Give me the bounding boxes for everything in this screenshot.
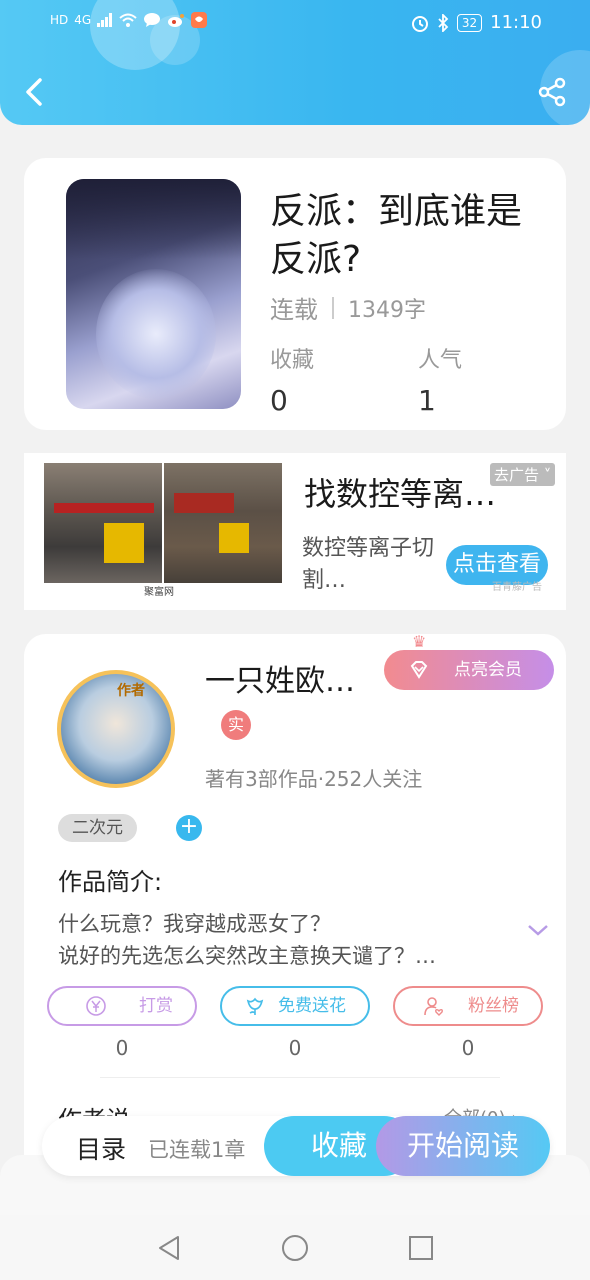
toc-button[interactable]: 目录 bbox=[76, 1130, 126, 1166]
wifi-icon bbox=[119, 13, 137, 27]
popularity-count: 1 bbox=[418, 384, 436, 417]
user-heart-icon bbox=[424, 997, 443, 1016]
share-icon[interactable] bbox=[536, 76, 568, 108]
flower-icon bbox=[246, 997, 264, 1015]
intro-line: 说好的先选怎么突然改主意换天谴了？… bbox=[58, 944, 436, 968]
reward-count: 0 bbox=[115, 1036, 129, 1060]
reward-label: 打赏 bbox=[139, 996, 173, 1016]
app-icon bbox=[191, 12, 208, 28]
intro-heading: 作品简介: bbox=[58, 868, 163, 896]
verified-badge: 实 bbox=[221, 710, 251, 740]
author-name[interactable]: 一只姓欧… bbox=[205, 656, 355, 700]
genre-tag[interactable]: 二次元 bbox=[58, 814, 137, 842]
remove-ad-button[interactable]: 去广告 ˅ bbox=[490, 463, 556, 486]
vip-button[interactable]: 点亮会员 bbox=[384, 650, 554, 690]
yen-icon bbox=[86, 996, 106, 1016]
diamond-icon bbox=[410, 661, 428, 679]
add-tag-button[interactable]: + bbox=[176, 815, 202, 841]
reward-button[interactable]: 打赏 bbox=[47, 986, 197, 1026]
intro-line: 什么玩意？我穿越成恶女了？ bbox=[58, 912, 331, 936]
header: HD 4G 32 11:10 bbox=[0, 0, 590, 125]
status-right: 32 11:10 bbox=[411, 12, 542, 33]
flower-count: 0 bbox=[288, 1036, 302, 1060]
bottom-action-bar: 目录 已连载1章 收藏 开始阅读 bbox=[42, 1116, 550, 1176]
book-status-row: 连载 1349字 bbox=[270, 290, 426, 325]
vip-button-label: 点亮会员 bbox=[454, 660, 522, 680]
weibo-icon bbox=[168, 14, 185, 27]
popularity-label: 人气 bbox=[418, 348, 463, 373]
start-reading-button[interactable]: 开始阅读 bbox=[376, 1116, 550, 1176]
intro-text[interactable]: 什么玩意？我穿越成恶女了？ 说好的先选怎么突然改主意换天谴了？… bbox=[58, 908, 508, 972]
nav-recents-icon[interactable] bbox=[406, 1233, 436, 1263]
fan-ranking-label: 粉丝榜 bbox=[468, 996, 519, 1016]
favorites-label: 收藏 bbox=[270, 348, 315, 373]
ad-image bbox=[44, 463, 162, 583]
divider bbox=[100, 1077, 500, 1078]
chapter-count: 已连载1章 bbox=[148, 1138, 246, 1162]
ad-image bbox=[164, 463, 282, 583]
ad-description: 数控等离子切割… bbox=[302, 536, 435, 593]
hd-indicator: HD bbox=[50, 13, 69, 27]
favorites-count: 0 bbox=[270, 384, 288, 417]
fan-count: 0 bbox=[461, 1036, 475, 1060]
send-flower-button[interactable]: 免费送花 bbox=[220, 986, 370, 1026]
crown-icon: ♛ bbox=[412, 632, 427, 651]
author-avatar[interactable]: 作者 bbox=[45, 670, 195, 788]
nav-back-icon[interactable] bbox=[154, 1233, 184, 1263]
battery-indicator: 32 bbox=[456, 13, 483, 32]
divider bbox=[332, 296, 334, 319]
author-badge: 作者 bbox=[117, 683, 145, 699]
book-cover-image[interactable] bbox=[66, 179, 241, 409]
chevron-down-icon[interactable] bbox=[526, 922, 550, 938]
fan-ranking-button[interactable]: 粉丝榜 bbox=[393, 986, 543, 1026]
word-count: 1349字 bbox=[348, 297, 426, 323]
send-flower-label: 免费送花 bbox=[278, 996, 346, 1016]
ad-source-label: 聚富网 bbox=[144, 587, 174, 598]
clock: 11:10 bbox=[490, 12, 542, 33]
network-indicator: 4G bbox=[74, 13, 92, 27]
nav-home-icon[interactable] bbox=[280, 1233, 310, 1263]
ad-provider-label: 百青藤广告 bbox=[492, 582, 542, 593]
back-arrow-icon[interactable] bbox=[18, 72, 50, 112]
alarm-icon bbox=[411, 15, 428, 32]
serial-status: 连载 bbox=[270, 296, 318, 324]
status-bar: HD 4G 32 11:10 bbox=[0, 0, 590, 46]
book-title: 反派：到底谁是反派? bbox=[270, 191, 523, 280]
status-left: HD 4G bbox=[50, 12, 208, 28]
remove-ad-label: 去广告 bbox=[494, 466, 540, 484]
author-meta: 著有3部作品·252人关注 bbox=[205, 767, 423, 791]
ad-title: 找数控等离… bbox=[304, 475, 497, 513]
chat-icon bbox=[144, 13, 161, 27]
ad-banner[interactable]: 聚富网 找数控等离… 去广告 ˅ 数控等离子切割… 点击查看 百青藤广告 bbox=[24, 453, 566, 610]
bluetooth-icon bbox=[438, 13, 449, 32]
signal-icon bbox=[97, 13, 113, 27]
